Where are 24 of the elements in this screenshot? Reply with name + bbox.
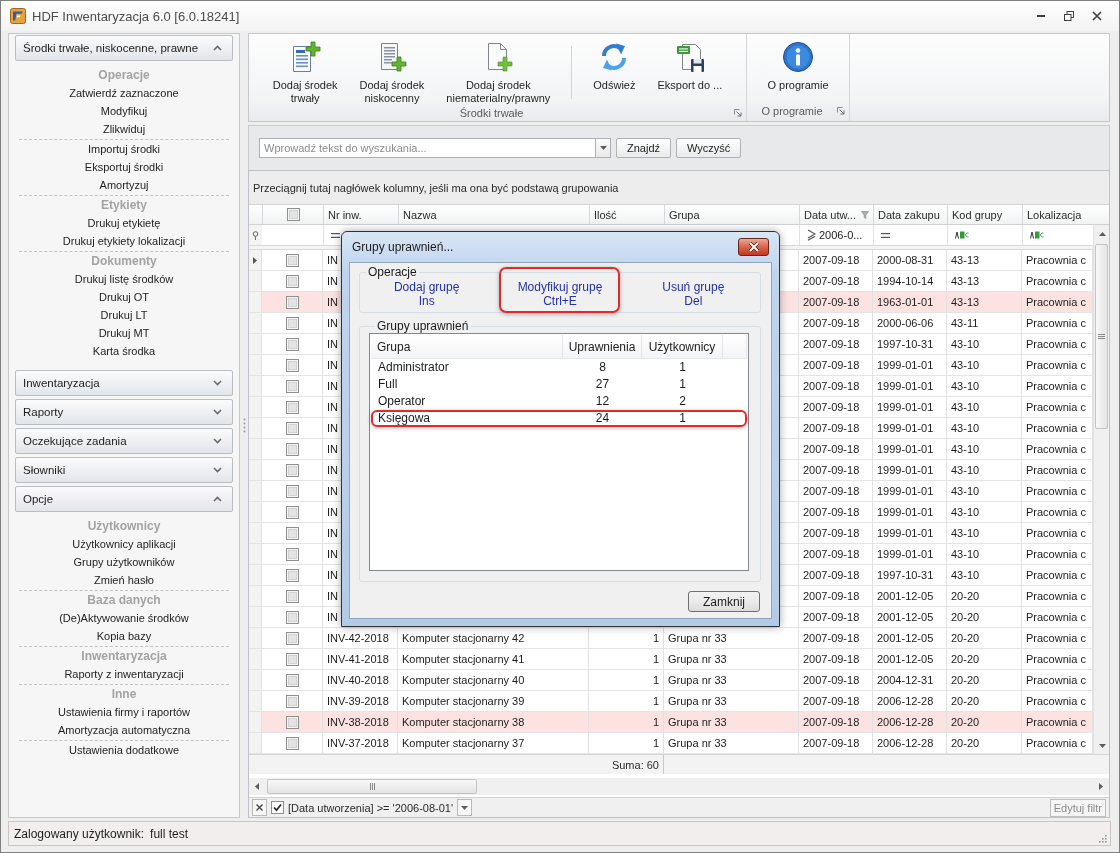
list-cell: 2	[679, 395, 686, 408]
group-panel-hint: Przeciągnij tutaj nagłówek kolumny, jeśli ma ona być podstawą grupowania	[253, 181, 619, 194]
section-heading: Użytkownicy	[87, 518, 161, 535]
filter-expression: [Data utworzenia] >= '2006-08-01'	[288, 801, 454, 814]
ribbon-group-label: Środki trwałe	[458, 107, 525, 119]
summary-cell: Suma: 60	[589, 755, 664, 774]
list-cell: 12	[595, 395, 610, 408]
section-heading: Baza danych	[87, 592, 161, 609]
list-cell: 8	[599, 361, 606, 374]
section-heading: Inwentaryzacja	[81, 648, 167, 665]
list-cell-text: Full	[377, 378, 398, 391]
list-cell: 27	[595, 378, 610, 391]
list-cell: 24	[595, 412, 610, 425]
ribbon-group-label: O programie	[760, 105, 824, 117]
status-label: Zalogowany użytkownik:	[14, 826, 145, 841]
window-title: HDF Inwentaryzacja 6.0 [6.0.18241]	[32, 8, 240, 24]
section-heading: Inne	[111, 686, 137, 703]
section-heading: Etykiety	[101, 197, 147, 214]
status-value: full test	[150, 826, 189, 841]
section-heading: Dokumenty	[91, 253, 157, 270]
section-heading: Operacje	[98, 67, 150, 84]
list-cell: 1	[679, 378, 686, 391]
list-cell: 1	[679, 361, 686, 374]
list-cell: 1	[679, 412, 686, 425]
